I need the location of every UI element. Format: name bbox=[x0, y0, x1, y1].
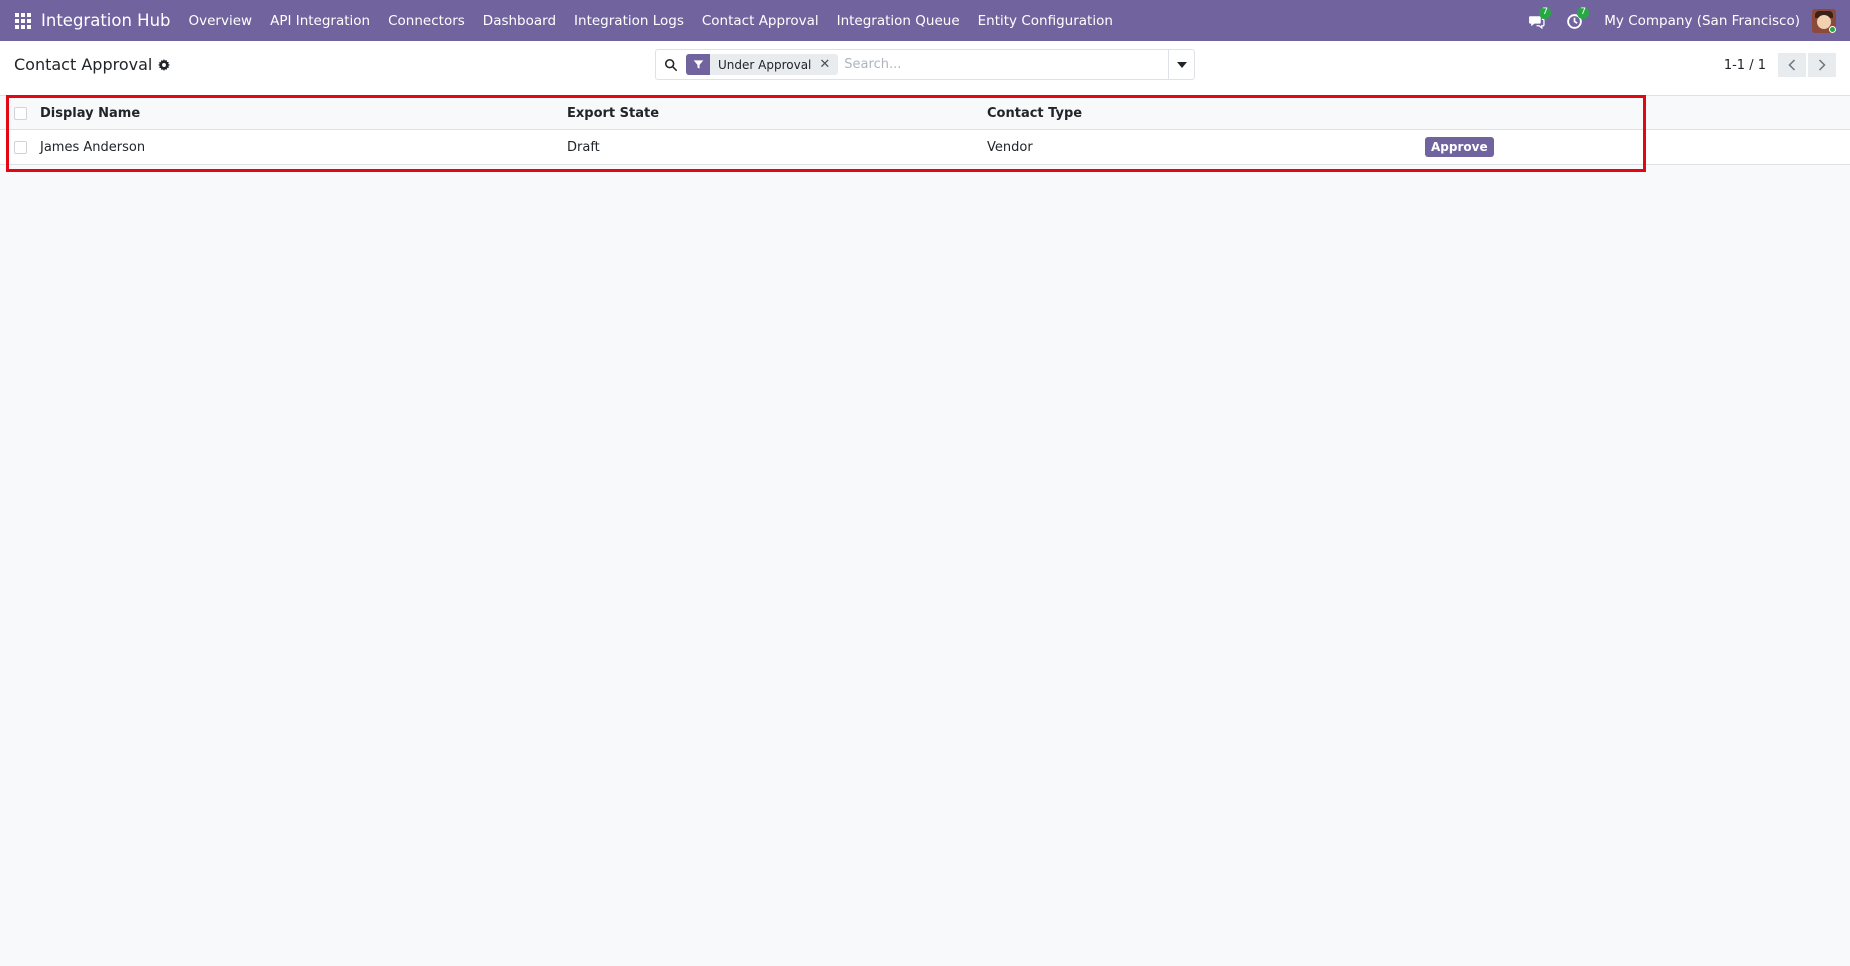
menu-item-integration-queue[interactable]: Integration Queue bbox=[837, 13, 960, 29]
cell-export-state[interactable]: Draft bbox=[567, 140, 987, 155]
pager-previous-button[interactable] bbox=[1778, 53, 1806, 77]
page-title: Contact Approval bbox=[14, 55, 153, 74]
column-header-display-name[interactable]: Display Name bbox=[40, 106, 567, 121]
menu-item-api-integration[interactable]: API Integration bbox=[270, 13, 370, 29]
chevron-left-icon bbox=[1788, 59, 1796, 71]
company-switcher[interactable]: My Company (San Francisco) bbox=[1604, 13, 1800, 29]
search-input[interactable] bbox=[838, 50, 1168, 79]
main-menu: Overview API Integration Connectors Dash… bbox=[189, 13, 1131, 29]
pager-next-button[interactable] bbox=[1808, 53, 1836, 77]
apps-menu-icon[interactable] bbox=[15, 12, 31, 29]
search-bar: Under Approval ✕ bbox=[655, 49, 1195, 80]
activities-badge: 7 bbox=[1577, 6, 1590, 19]
top-navbar: Integration Hub Overview API Integration… bbox=[0, 0, 1850, 41]
pager: 1-1 / 1 bbox=[1724, 53, 1836, 77]
cell-action: Approve bbox=[1425, 137, 1625, 157]
menu-item-contact-approval[interactable]: Contact Approval bbox=[702, 13, 819, 29]
caret-down-icon bbox=[1176, 61, 1187, 68]
column-header-export-state[interactable]: Export State bbox=[567, 106, 987, 121]
messages-badge: 7 bbox=[1539, 6, 1552, 19]
facet-label: Under Approval bbox=[718, 57, 812, 72]
table-row[interactable]: James Anderson Draft Vendor Approve bbox=[0, 130, 1850, 165]
filter-icon bbox=[686, 54, 710, 75]
menu-item-dashboard[interactable]: Dashboard bbox=[483, 13, 556, 29]
menu-item-overview[interactable]: Overview bbox=[189, 13, 253, 29]
approve-button[interactable]: Approve bbox=[1425, 137, 1494, 157]
search-facet[interactable]: Under Approval ✕ bbox=[686, 54, 839, 75]
column-header-contact-type[interactable]: Contact Type bbox=[987, 106, 1425, 121]
navbar-systray: 7 7 My Company (San Francisco) bbox=[1528, 6, 1850, 33]
messages-icon[interactable]: 7 bbox=[1528, 6, 1552, 31]
user-avatar[interactable] bbox=[1812, 8, 1836, 33]
gear-icon[interactable] bbox=[158, 58, 171, 71]
select-all-checkbox[interactable] bbox=[14, 106, 27, 120]
contact-list: Display Name Export State Contact Type J… bbox=[0, 97, 1850, 165]
pager-value[interactable]: 1-1 / 1 bbox=[1724, 58, 1766, 73]
app-brand[interactable]: Integration Hub bbox=[41, 11, 171, 30]
activities-icon[interactable]: 7 bbox=[1566, 6, 1590, 31]
row-select-cell bbox=[0, 140, 40, 154]
search-options-toggle[interactable] bbox=[1168, 50, 1194, 79]
cell-contact-type[interactable]: Vendor bbox=[987, 140, 1425, 155]
table-header: Display Name Export State Contact Type bbox=[0, 97, 1850, 130]
select-all-cell bbox=[0, 106, 40, 120]
page-title-wrap: Contact Approval bbox=[14, 55, 171, 74]
menu-item-integration-logs[interactable]: Integration Logs bbox=[574, 13, 684, 29]
chevron-right-icon bbox=[1818, 59, 1826, 71]
cell-display-name[interactable]: James Anderson bbox=[40, 140, 567, 155]
row-checkbox[interactable] bbox=[14, 140, 27, 154]
search-icon bbox=[664, 58, 678, 71]
menu-item-entity-configuration[interactable]: Entity Configuration bbox=[978, 13, 1113, 29]
menu-item-connectors[interactable]: Connectors bbox=[388, 13, 465, 29]
close-icon[interactable]: ✕ bbox=[819, 57, 830, 72]
control-panel: Contact Approval Under Approval ✕ 1-1 / … bbox=[0, 41, 1850, 96]
